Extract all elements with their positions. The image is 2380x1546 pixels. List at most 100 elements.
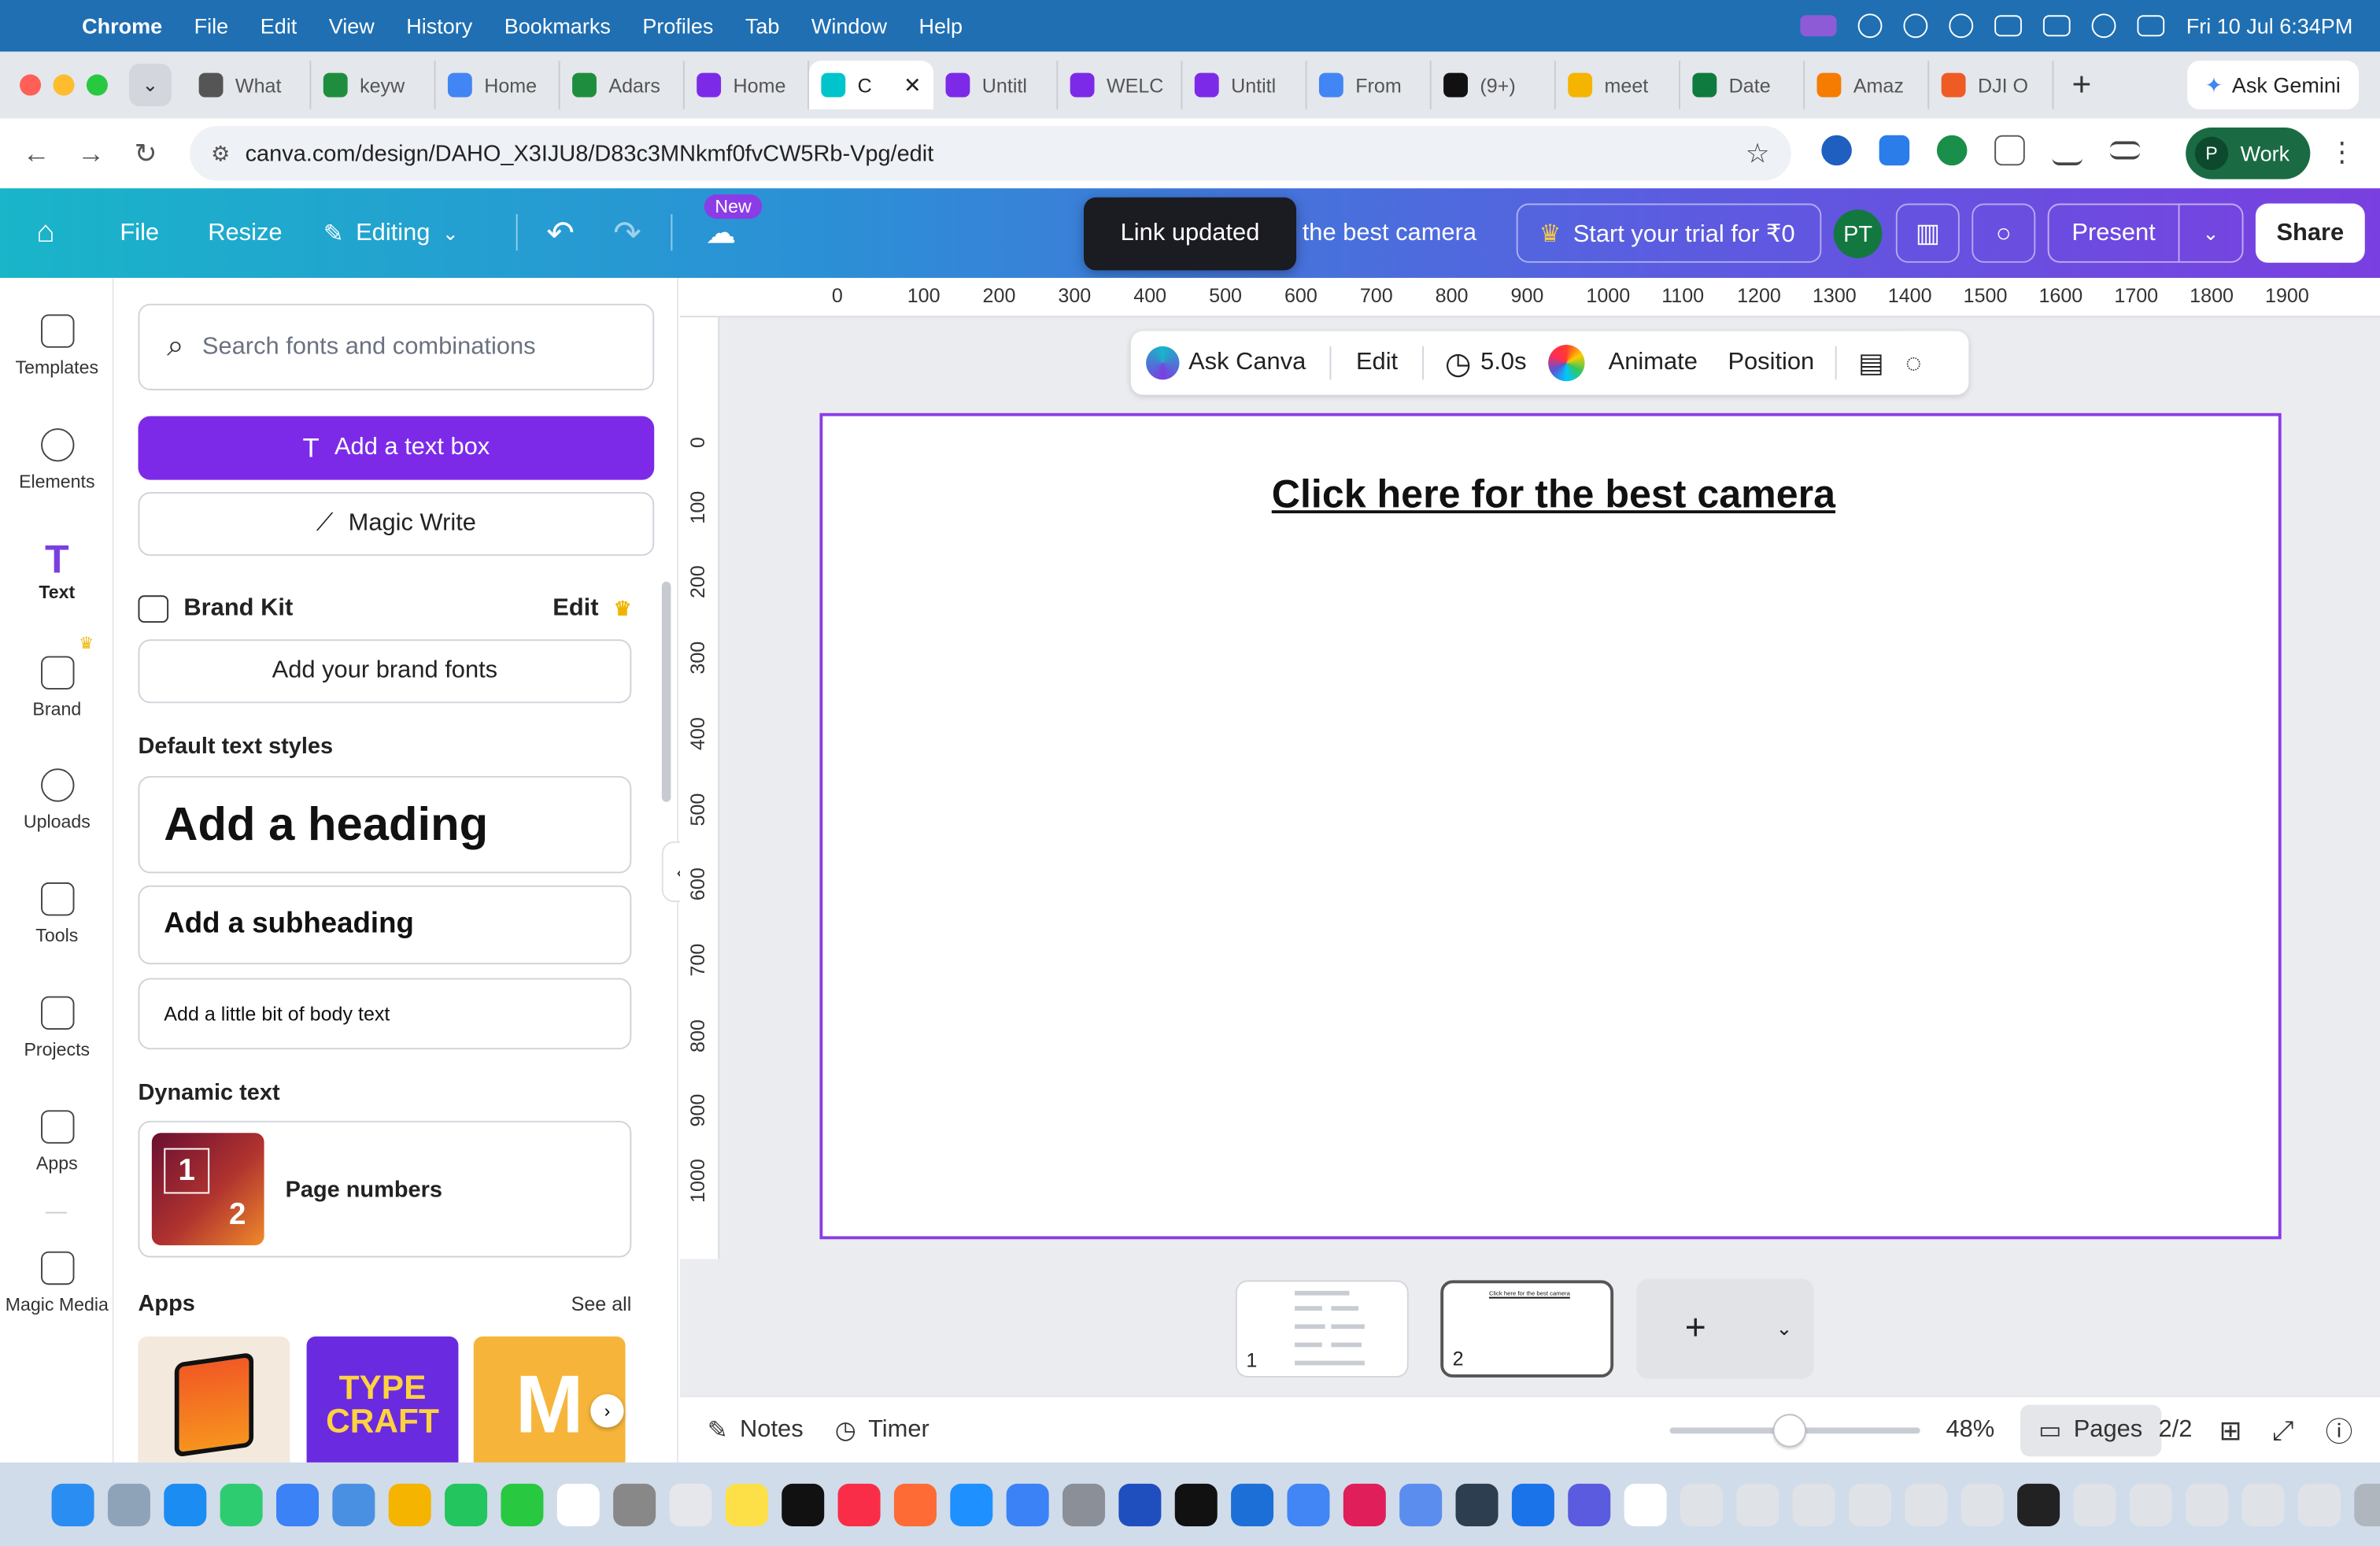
duration-button[interactable]: ◷ 5.0s <box>1445 331 1527 395</box>
see-all-link[interactable]: See all <box>571 1293 632 1315</box>
play-icon[interactable] <box>1949 13 1974 39</box>
dock-app-icon[interactable] <box>332 1482 375 1526</box>
bookmark-star-icon[interactable]: ☆ <box>1746 138 1770 170</box>
help-icon[interactable]: ⓘ <box>2326 1397 2353 1464</box>
browser-tab[interactable]: What <box>187 61 312 109</box>
password-extension-icon[interactable] <box>1821 135 1852 166</box>
dock-app-icon[interactable] <box>51 1482 94 1526</box>
rail-item-projects[interactable]: Projects <box>0 996 114 1060</box>
browser-tab[interactable]: C ✕ <box>808 61 934 109</box>
url-text[interactable]: canva.com/design/DAHO_X3IJU8/D83c3MNkmf0… <box>246 140 934 166</box>
dock-app-icon[interactable] <box>501 1482 544 1526</box>
dock-app-icon[interactable] <box>164 1482 207 1526</box>
rail-item-templates[interactable]: Templates <box>0 314 114 378</box>
app-thumbnail-typecraft[interactable]: TYPE CRAFT <box>306 1336 459 1463</box>
browser-tab[interactable]: keyw <box>311 61 436 109</box>
browser-tab[interactable]: Adars <box>560 61 685 109</box>
dock-app-icon[interactable] <box>837 1482 881 1526</box>
dock-app-icon[interactable] <box>2073 1482 2116 1526</box>
dock-app-icon[interactable] <box>1062 1482 1106 1526</box>
zoom-slider[interactable] <box>1669 1414 1920 1448</box>
user-avatar[interactable]: PT <box>1833 209 1883 258</box>
browser-tab[interactable]: Home <box>685 61 809 109</box>
add-text-box-button[interactable]: T Add a text box <box>138 416 655 480</box>
browser-tab[interactable]: DJI O <box>1929 61 2054 109</box>
share-button[interactable]: Share <box>2255 203 2365 263</box>
tab-search-chevron-icon[interactable]: ⌄ <box>128 64 172 107</box>
zoom-slider-handle[interactable] <box>1772 1414 1807 1448</box>
present-button[interactable]: Present <box>2049 205 2180 261</box>
dock-app-icon[interactable] <box>1231 1482 1274 1526</box>
menu-history[interactable]: History <box>406 13 472 38</box>
grid-view-icon[interactable]: ⊞ <box>2219 1397 2242 1464</box>
comment-icon[interactable]: ○ <box>1972 203 2036 263</box>
pages-button[interactable]: ▭ Pages <box>2020 1404 2161 1457</box>
dock-app-icon[interactable] <box>276 1482 320 1526</box>
ask-canva-button[interactable]: Ask Canva <box>1146 331 1306 395</box>
browser-tab[interactable]: Home <box>436 61 560 109</box>
dock-app-icon[interactable] <box>1511 1482 1554 1526</box>
menu-edit[interactable]: Edit <box>261 13 298 38</box>
dock-app-icon[interactable] <box>1006 1482 1049 1526</box>
media-controls-icon[interactable] <box>2109 141 2141 160</box>
browser-tab[interactable]: meet <box>1556 61 1680 109</box>
dock-app-icon[interactable] <box>1905 1482 1948 1526</box>
menu-app-name[interactable]: Chrome <box>82 13 162 38</box>
rail-item-magic-media[interactable]: Magic Media <box>0 1251 114 1315</box>
zoom-window-icon[interactable] <box>86 74 108 96</box>
browser-tab[interactable]: Date <box>1680 61 1805 109</box>
site-settings-icon[interactable]: ⚙ <box>211 140 230 166</box>
dock-app-icon[interactable] <box>2017 1482 2060 1526</box>
download-icon[interactable] <box>2052 135 2083 166</box>
page-thumbnail-2[interactable]: Click here for the best camera 2 <box>1440 1280 1614 1378</box>
battery-icon[interactable] <box>2043 15 2071 37</box>
magic-write-button[interactable]: ⟋ Magic Write <box>138 492 655 557</box>
spotlight-search-icon[interactable] <box>2092 13 2117 39</box>
extensions-puzzle-icon[interactable] <box>1994 135 2025 166</box>
design-page[interactable]: Click here for the best camera <box>819 412 2282 1240</box>
insights-chart-icon[interactable]: ▥ <box>1895 203 1960 263</box>
present-options-chevron-icon[interactable]: ⌄ <box>2179 205 2241 261</box>
app-thumbnail-s[interactable] <box>138 1336 290 1463</box>
dock-app-icon[interactable] <box>2129 1482 2172 1526</box>
dock-app-icon[interactable] <box>1961 1482 2004 1526</box>
grammar-extension-icon[interactable] <box>1936 135 1968 166</box>
paint-roller-icon[interactable]: ▤ <box>1858 347 1884 379</box>
close-window-icon[interactable] <box>20 74 42 96</box>
dock-app-icon[interactable] <box>1624 1482 1667 1526</box>
start-trial-button[interactable]: ♛ Start your trial for ₹0 <box>1516 203 1821 263</box>
minimize-window-icon[interactable] <box>53 74 75 96</box>
font-search-input[interactable]: ⌕ Search fonts and combinations <box>138 303 655 390</box>
add-comment-icon[interactable]: ◌ <box>1905 347 1922 379</box>
dock-app-icon[interactable] <box>1287 1482 1330 1526</box>
browser-tab[interactable]: Amaz <box>1805 61 1930 109</box>
add-heading-button[interactable]: Add a heading <box>138 775 632 874</box>
resize-button[interactable]: Resize <box>208 188 282 278</box>
dock-app-icon[interactable] <box>388 1482 431 1526</box>
add-brand-fonts-button[interactable]: Add your brand fonts <box>138 639 632 704</box>
address-bar[interactable]: ⚙ canva.com/design/DAHO_X3IJU8/D83c3MNkm… <box>190 126 1791 181</box>
animate-button[interactable]: Animate <box>1609 331 1698 395</box>
menu-help[interactable]: Help <box>918 13 963 38</box>
color-wheel-icon[interactable] <box>1547 344 1584 382</box>
menu-view[interactable]: View <box>329 13 375 38</box>
password-manager-icon[interactable] <box>1904 13 1928 39</box>
dock-app-icon[interactable] <box>2297 1482 2341 1526</box>
dock-app-icon[interactable] <box>1792 1482 1835 1526</box>
rail-item-elements[interactable]: Elements <box>0 428 114 492</box>
brand-kit-edit-link[interactable]: Edit <box>552 595 598 623</box>
fullscreen-icon[interactable]: ⤢ <box>2272 1397 2294 1464</box>
apps-next-arrow-icon[interactable]: › <box>590 1394 624 1428</box>
dock-app-icon[interactable] <box>613 1482 656 1526</box>
add-page-plus-icon[interactable]: + <box>1636 1307 1754 1350</box>
add-subheading-button[interactable]: Add a subheading <box>138 885 632 965</box>
rail-item-text[interactable]: T Text <box>0 536 114 603</box>
dock-app-icon[interactable] <box>107 1482 150 1526</box>
dock-app-icon[interactable] <box>1568 1482 1611 1526</box>
openai-icon[interactable] <box>1858 13 1883 39</box>
dock-app-icon[interactable] <box>2186 1482 2229 1526</box>
browser-tab[interactable]: (9+) <box>1432 61 1556 109</box>
browser-tab[interactable]: From <box>1307 61 1432 109</box>
menu-tab[interactable]: Tab <box>745 13 780 38</box>
browser-tab[interactable]: Untitl <box>1182 61 1307 109</box>
